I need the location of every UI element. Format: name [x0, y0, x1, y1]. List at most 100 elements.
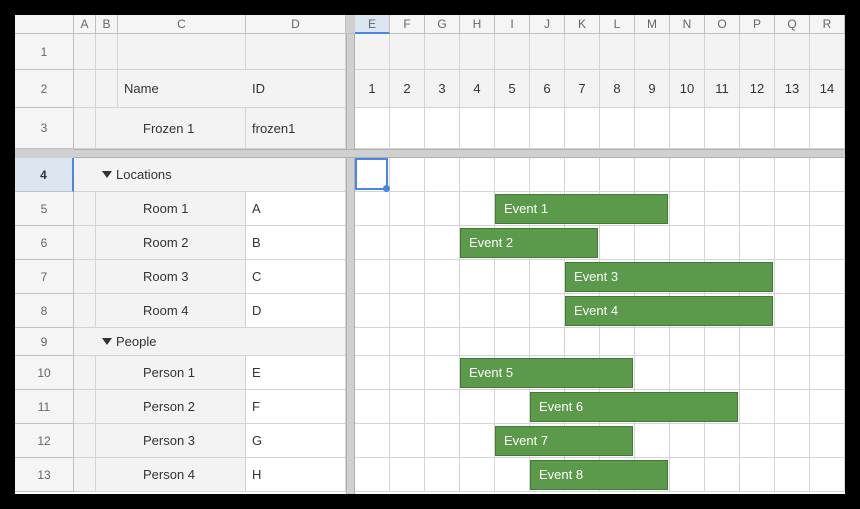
- row-name[interactable]: Person 4: [118, 458, 246, 492]
- grid-cell[interactable]: [635, 356, 670, 390]
- event-bar[interactable]: Event 2: [460, 228, 598, 258]
- grid-cell[interactable]: [810, 158, 845, 192]
- row-header-5[interactable]: 5: [15, 192, 74, 226]
- grid-cell[interactable]: [775, 356, 810, 390]
- freeze-divider-horizontal[interactable]: [15, 149, 845, 158]
- grid-cell[interactable]: [635, 328, 670, 356]
- grid-cell[interactable]: [355, 328, 390, 356]
- grid-cell[interactable]: [740, 390, 775, 424]
- grid-cell[interactable]: [390, 192, 425, 226]
- grid-cell[interactable]: [705, 226, 740, 260]
- grid-cell[interactable]: [355, 390, 390, 424]
- grid-cell[interactable]: [565, 328, 600, 356]
- event-bar[interactable]: Event 5: [460, 358, 633, 388]
- col-header-N[interactable]: N: [670, 15, 705, 34]
- grid-cell[interactable]: [530, 328, 565, 356]
- grid-cell[interactable]: [740, 192, 775, 226]
- timeline-col-2[interactable]: 2: [390, 70, 425, 108]
- row-header-3[interactable]: 3: [15, 108, 74, 149]
- grid-cell[interactable]: [775, 328, 810, 356]
- grid-cell[interactable]: [390, 390, 425, 424]
- grid-cell[interactable]: [390, 226, 425, 260]
- grid-cell[interactable]: [425, 294, 460, 328]
- row-header-9[interactable]: 9: [15, 328, 74, 356]
- row-id[interactable]: D: [246, 294, 346, 328]
- grid-cell[interactable]: [355, 424, 390, 458]
- row-id[interactable]: F: [246, 390, 346, 424]
- grid-cell[interactable]: [460, 390, 495, 424]
- grid-cell[interactable]: [530, 294, 565, 328]
- grid-cell[interactable]: [495, 390, 530, 424]
- grid-cell[interactable]: [705, 458, 740, 492]
- grid-cell[interactable]: [600, 328, 635, 356]
- row-name[interactable]: Person 1: [118, 356, 246, 390]
- grid-cell[interactable]: [425, 328, 460, 356]
- grid-cell[interactable]: [775, 294, 810, 328]
- grid-cell[interactable]: [355, 458, 390, 492]
- timeline-col-11[interactable]: 11: [705, 70, 740, 108]
- grid-cell[interactable]: [355, 294, 390, 328]
- row-name[interactable]: Room 2: [118, 226, 246, 260]
- grid-cell[interactable]: [460, 294, 495, 328]
- row-header-7[interactable]: 7: [15, 260, 74, 294]
- grid-cell[interactable]: [425, 424, 460, 458]
- spreadsheet[interactable]: ABCDEFGHIJKLMNOPQR 12345678910111213 Nam…: [15, 15, 845, 494]
- grid-cell[interactable]: [530, 158, 565, 192]
- grid-cell[interactable]: [810, 424, 845, 458]
- grid-cell[interactable]: [740, 158, 775, 192]
- grid-cell[interactable]: [810, 192, 845, 226]
- grid-cell[interactable]: [390, 458, 425, 492]
- timeline-col-4[interactable]: 4: [460, 70, 495, 108]
- grid-cell[interactable]: [460, 328, 495, 356]
- grid-cell[interactable]: [775, 390, 810, 424]
- row-name[interactable]: Room 4: [118, 294, 246, 328]
- grid-cell[interactable]: [600, 158, 635, 192]
- grid-cell[interactable]: [530, 260, 565, 294]
- event-bar[interactable]: Event 4: [565, 296, 773, 326]
- event-bar[interactable]: Event 8: [530, 460, 668, 490]
- col-header-A[interactable]: A: [74, 15, 96, 34]
- grid-cell[interactable]: [425, 390, 460, 424]
- group-header[interactable]: People: [96, 328, 346, 356]
- grid-cell[interactable]: [670, 328, 705, 356]
- grid-cell[interactable]: [495, 158, 530, 192]
- col-header-R[interactable]: R: [810, 15, 845, 34]
- grid-cell[interactable]: [460, 192, 495, 226]
- col-header-E[interactable]: E: [355, 15, 390, 34]
- grid-cell[interactable]: [740, 226, 775, 260]
- grid-cell[interactable]: [425, 260, 460, 294]
- group-header[interactable]: Locations: [96, 158, 346, 192]
- grid-cell[interactable]: [355, 260, 390, 294]
- timeline-col-9[interactable]: 9: [635, 70, 670, 108]
- col-header-J[interactable]: J: [530, 15, 565, 34]
- col-header-G[interactable]: G: [425, 15, 460, 34]
- row-name[interactable]: Room 1: [118, 192, 246, 226]
- grid-cell[interactable]: [775, 424, 810, 458]
- grid-cell[interactable]: [670, 226, 705, 260]
- grid-cell[interactable]: [425, 158, 460, 192]
- timeline-col-3[interactable]: 3: [425, 70, 460, 108]
- col-header-K[interactable]: K: [565, 15, 600, 34]
- grid-cell[interactable]: [810, 328, 845, 356]
- timeline-col-5[interactable]: 5: [495, 70, 530, 108]
- timeline-col-13[interactable]: 13: [775, 70, 810, 108]
- grid-cell[interactable]: [425, 226, 460, 260]
- grid-cell[interactable]: [670, 158, 705, 192]
- grid-cell[interactable]: [775, 192, 810, 226]
- grid-cell[interactable]: [460, 158, 495, 192]
- event-bar[interactable]: Event 3: [565, 262, 773, 292]
- grid-cell[interactable]: [390, 158, 425, 192]
- row-header-10[interactable]: 10: [15, 356, 74, 390]
- row-header-1[interactable]: 1: [15, 34, 74, 70]
- row-header-4[interactable]: 4: [15, 158, 74, 192]
- grid-cell[interactable]: [705, 424, 740, 458]
- col-header-H[interactable]: H: [460, 15, 495, 34]
- grid-cell[interactable]: [810, 356, 845, 390]
- grid-cell[interactable]: [565, 158, 600, 192]
- col-header-F[interactable]: F: [390, 15, 425, 34]
- grid-cell[interactable]: [810, 458, 845, 492]
- grid-cell[interactable]: [775, 158, 810, 192]
- grid-cell[interactable]: [355, 226, 390, 260]
- active-cell[interactable]: [355, 158, 388, 190]
- timeline-col-10[interactable]: 10: [670, 70, 705, 108]
